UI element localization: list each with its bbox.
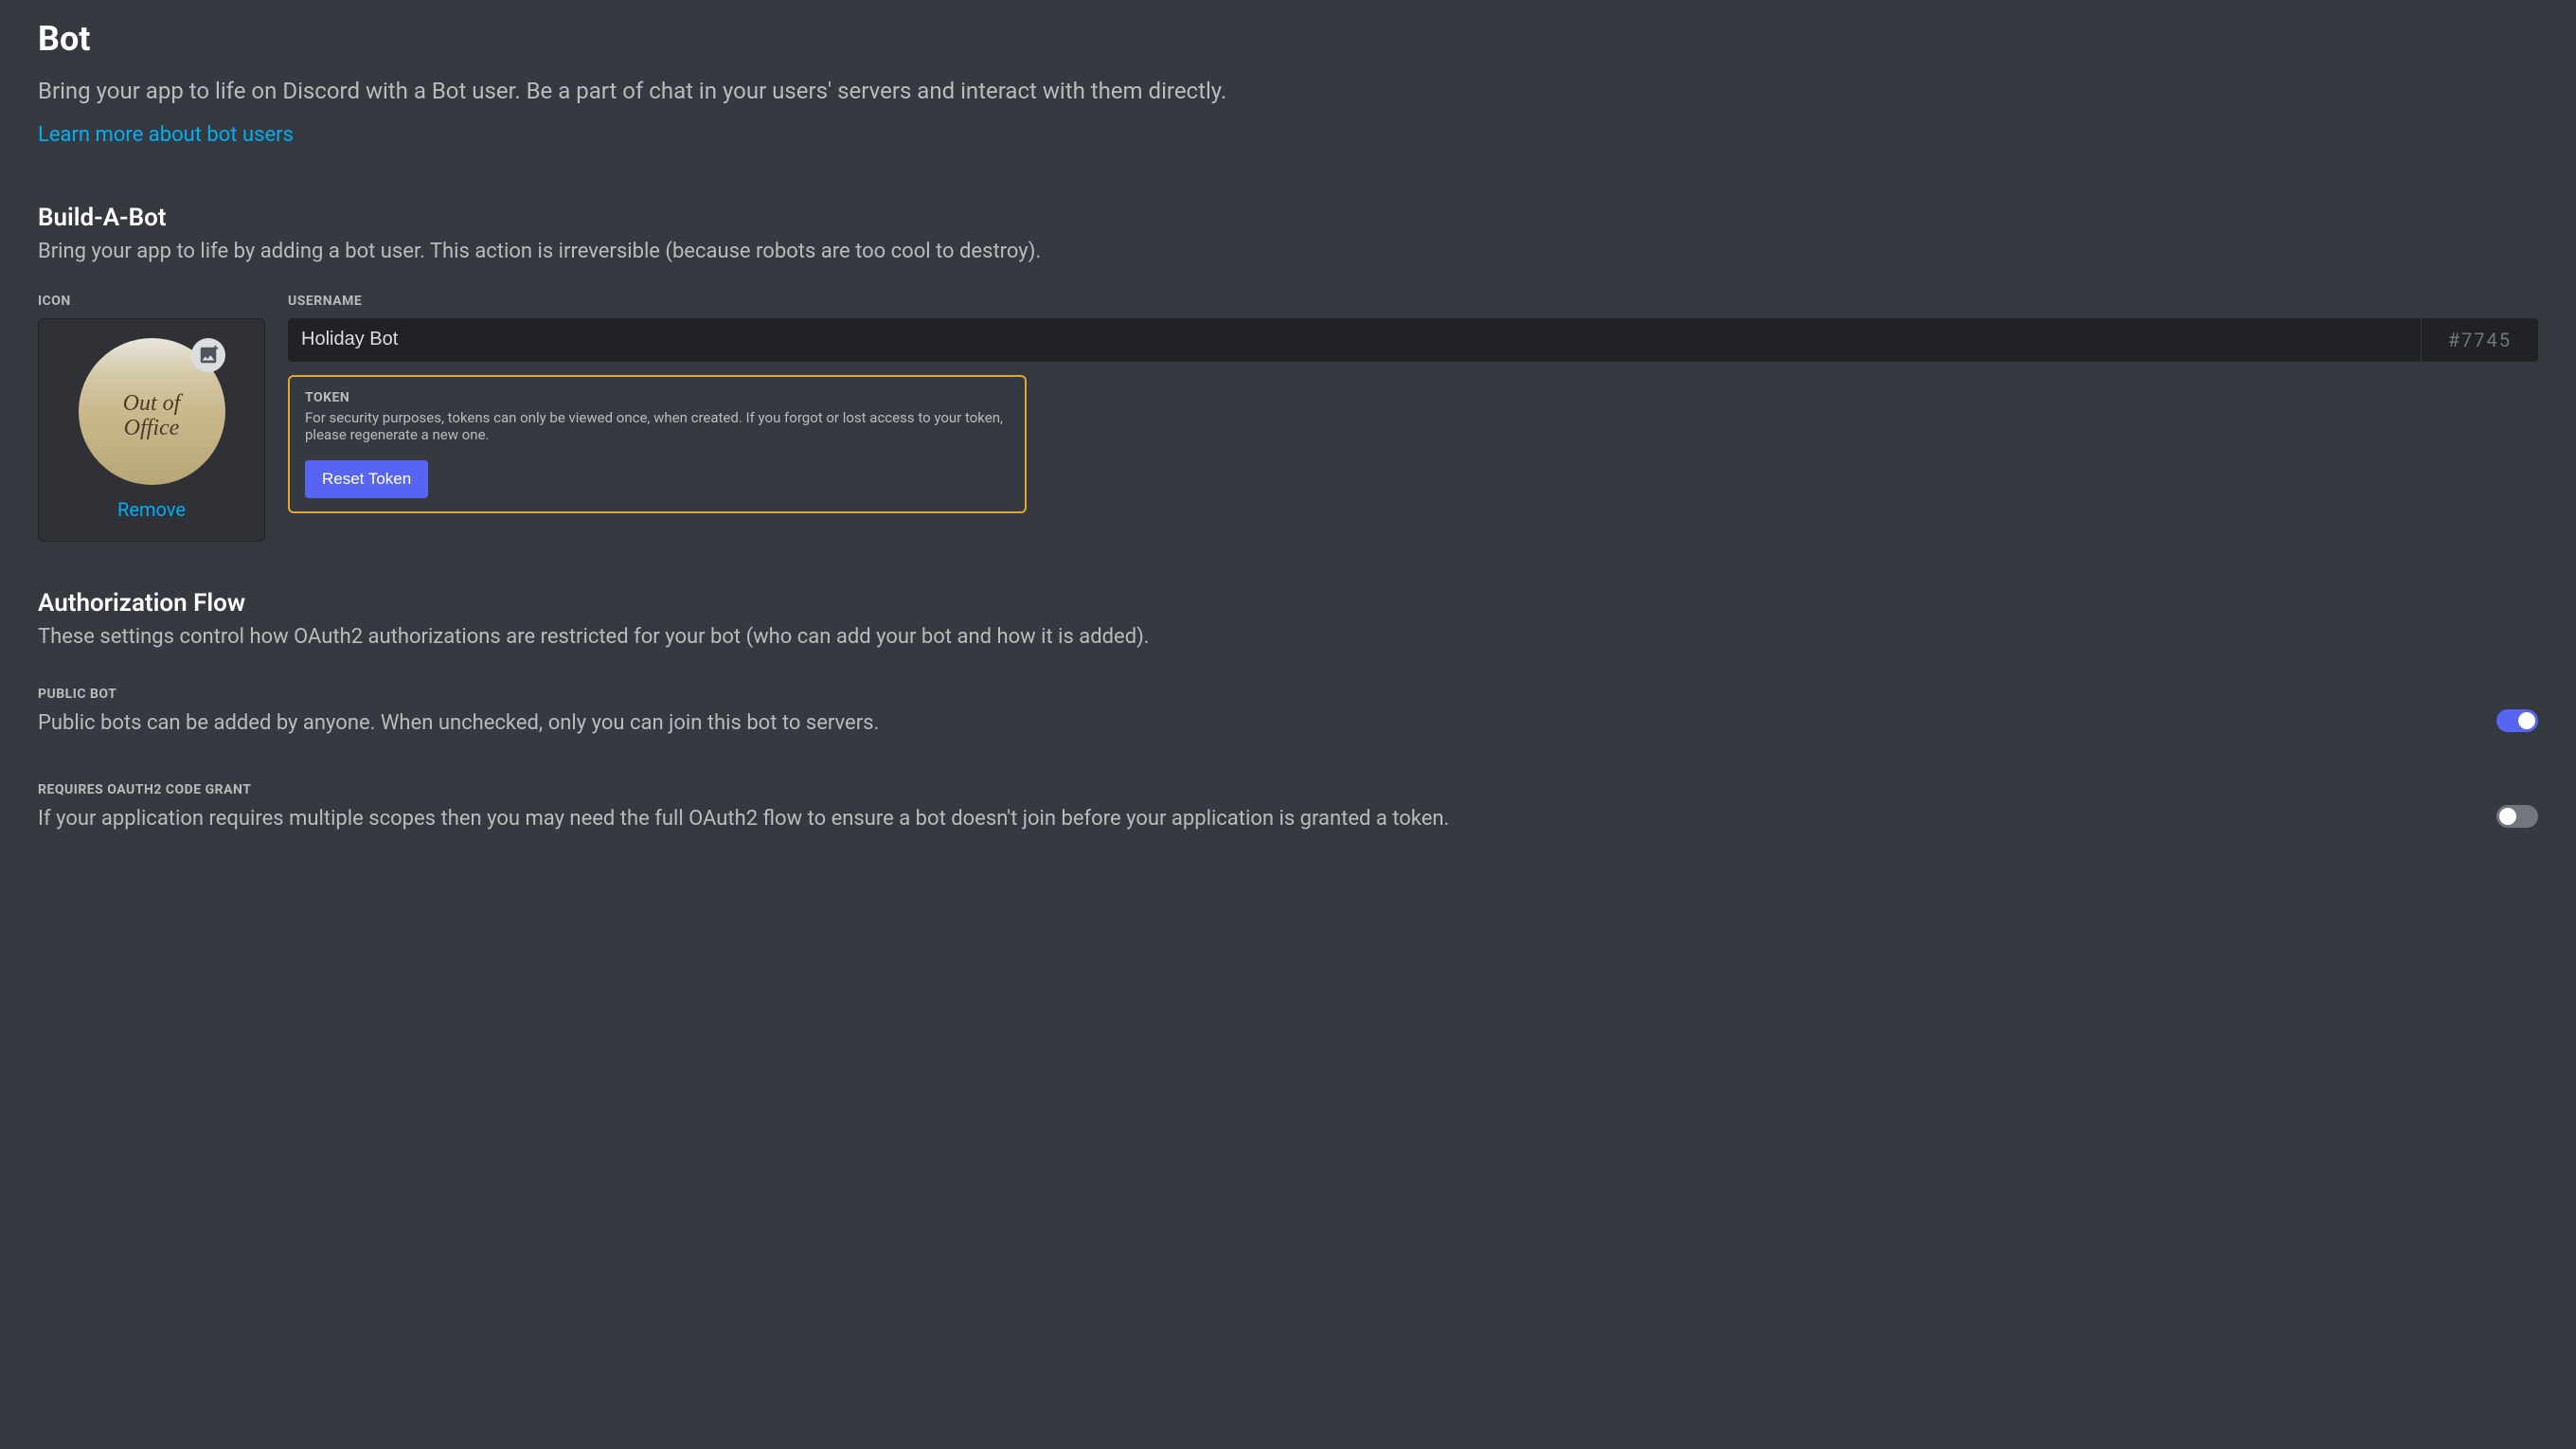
auth-flow-title: Authorization Flow (38, 589, 2538, 617)
toggle-knob (2499, 808, 2516, 825)
token-box: TOKEN For security purposes, tokens can … (288, 375, 1027, 513)
public-bot-toggle[interactable] (2496, 709, 2538, 732)
page-description: Bring your app to life on Discord with a… (38, 76, 2538, 108)
auth-flow-description: These settings control how OAuth2 author… (38, 625, 2538, 649)
build-a-bot-description: Bring your app to life by adding a bot u… (38, 240, 2538, 263)
avatar-text: Out of Office (115, 391, 188, 441)
oauth-grant-description: If your application requires multiple sc… (38, 807, 2459, 831)
toggle-knob (2518, 712, 2535, 729)
oauth-grant-label: REQUIRES OAUTH2 CODE GRANT (38, 782, 2459, 797)
page-title: Bot (38, 19, 2538, 59)
remove-icon-link[interactable]: Remove (117, 498, 186, 521)
oauth-grant-toggle[interactable] (2496, 805, 2538, 828)
reset-token-button[interactable]: Reset Token (305, 460, 428, 498)
icon-field-label: ICON (38, 294, 265, 309)
username-field-label: USERNAME (288, 294, 2538, 309)
learn-more-link[interactable]: Learn more about bot users (38, 123, 294, 147)
token-label: TOKEN (305, 390, 1010, 405)
public-bot-description: Public bots can be added by anyone. When… (38, 711, 2459, 735)
upload-image-icon[interactable] (191, 338, 225, 372)
public-bot-label: PUBLIC BOT (38, 687, 2459, 702)
build-a-bot-title: Build-A-Bot (38, 204, 2538, 232)
username-input[interactable] (288, 318, 2421, 362)
token-description: For security purposes, tokens can only b… (305, 409, 1010, 443)
username-discriminator: #7745 (2421, 318, 2538, 362)
icon-upload-box[interactable]: Out of Office Remove (38, 318, 265, 542)
